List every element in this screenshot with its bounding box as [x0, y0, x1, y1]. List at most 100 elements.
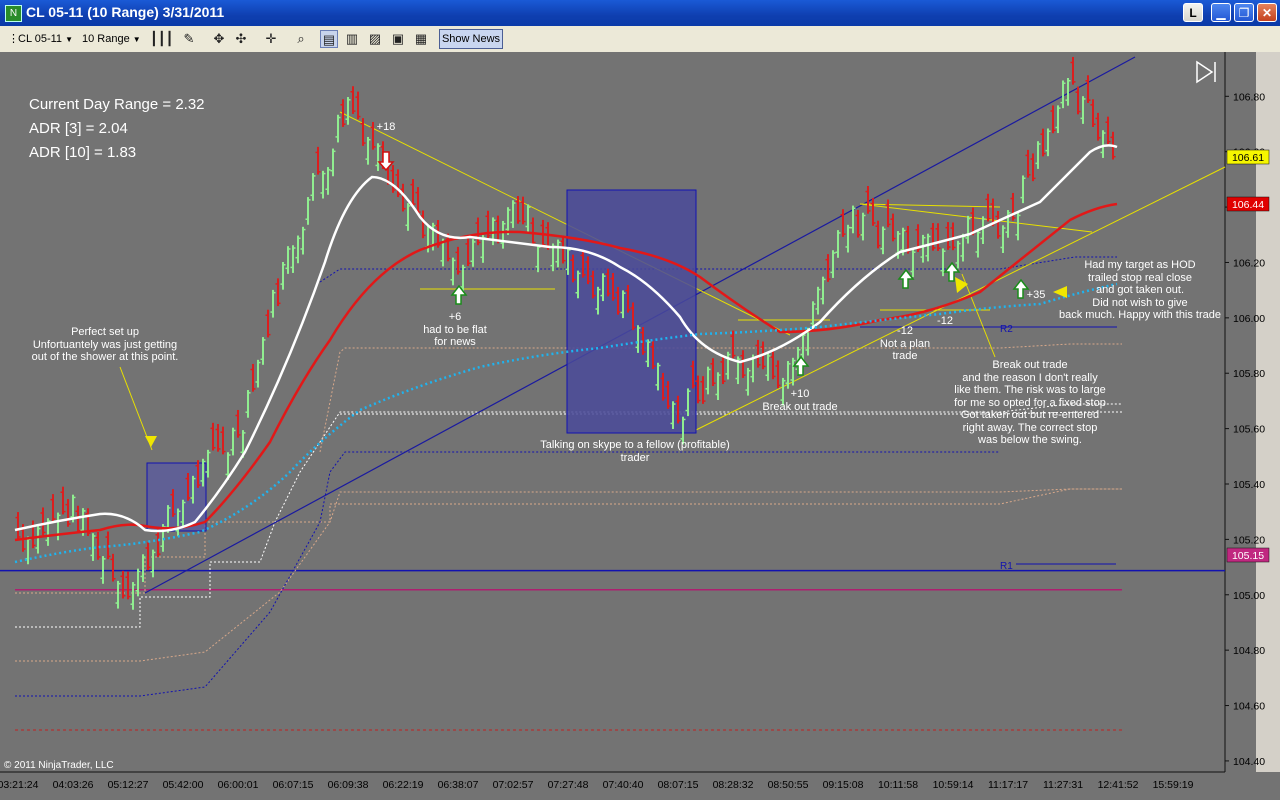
snapshot-icon[interactable]: ▣ [389, 30, 407, 48]
data-box-icon[interactable]: ▤ [320, 30, 338, 48]
annotation-perfect-line1: Perfect set up [71, 326, 139, 338]
time-tick-label: 05:12:27 [108, 779, 149, 791]
zoom-icon[interactable]: ⌕ [292, 30, 310, 48]
price-tick-label: 104.60 [1233, 701, 1265, 713]
time-tick-label: 07:27:48 [548, 779, 589, 791]
window-title: CL 05-11 (10 Range) 3/31/2011 [26, 4, 225, 20]
chevron-down-icon: ▼ [65, 35, 74, 44]
price-tick-label: 105.00 [1233, 590, 1265, 602]
annotation-hod-line3: and got taken out. [1096, 284, 1184, 296]
time-tick-label: 05:42:00 [163, 779, 204, 791]
time-tick-label: 08:50:55 [768, 779, 809, 791]
annotation-skype-line2: trader [621, 452, 650, 464]
annotation-hod-line4: Did not wish to give [1092, 297, 1187, 309]
time-tick-label: 06:38:07 [438, 779, 479, 791]
price-tick-label: 104.80 [1233, 645, 1265, 657]
price-tick-label: 104.40 [1233, 756, 1265, 768]
price-tick-label: 105.20 [1233, 534, 1265, 546]
r1-price-tag: 105.15 [1226, 547, 1270, 563]
time-tick-label: 06:07:15 [273, 779, 314, 791]
price-tick-label: 106.80 [1233, 91, 1265, 103]
time-tick-label: 08:28:32 [713, 779, 754, 791]
price-tick-label: 105.40 [1233, 479, 1265, 491]
current-day-range-label: Current Day Range = 2.32 [29, 96, 205, 113]
annotation-plus18: +18 [377, 121, 396, 133]
annotation-breakout-line1: Break out trade [992, 359, 1067, 371]
annotation-hod-line1: Had my target as HOD [1084, 259, 1195, 271]
r1-label: R1 [1000, 561, 1013, 572]
annotation-breakout-line4: for me so opted for a fixed stop [954, 397, 1106, 409]
annotation-perfect-line2: Unfortuantely was just getting [33, 339, 177, 351]
annotation-hod-line5: back much. Happy with this trade [1059, 309, 1221, 321]
indicators-icon[interactable]: ▥ [343, 30, 361, 48]
time-tick-label: 09:15:08 [823, 779, 864, 791]
annotation-plus35: +35 [1027, 289, 1046, 301]
time-tick-label: 06:00:01 [218, 779, 259, 791]
time-tick-label: 15:59:19 [1153, 779, 1194, 791]
instrument-label: CL 05-11 [18, 33, 63, 45]
time-tick-label: 10:11:58 [878, 779, 918, 791]
copyright-label: © 2011 NinjaTrader, LLC [4, 760, 114, 771]
time-tick-label: 03:21:24 [0, 779, 39, 791]
draw-objects-icon[interactable]: ✥ [210, 30, 228, 48]
time-tick-label: 06:22:19 [383, 779, 424, 791]
time-tick-label: 11:27:31 [1043, 779, 1083, 791]
annotation-plus10-line2: Break out trade [762, 401, 837, 413]
annotation-breakout-line3: like them. The risk was to large [954, 384, 1105, 396]
show-news-button[interactable]: Show News [439, 29, 503, 49]
link-button[interactable]: L [1183, 3, 1203, 22]
annotation-breakout-line7: was below the swing. [977, 434, 1082, 446]
period-selector[interactable]: 10 Range ▼ [82, 29, 141, 49]
minimize-button[interactable]: ▁ [1211, 3, 1231, 22]
annotation-breakout-line5: Got taken out but re-entered [961, 409, 1099, 421]
time-tick-label: 08:07:15 [658, 779, 699, 791]
drawing-tool-pencil-icon[interactable]: ✎ [180, 30, 198, 48]
annotation-plus10-line1: +10 [791, 388, 810, 400]
annotation-minus12a-line2: Not a plan [880, 338, 930, 350]
adr-3-label: ADR [3] = 2.04 [29, 120, 128, 137]
ma-price-tag: 106.44 [1226, 196, 1270, 212]
bar-style-icon[interactable]: ┃┃┃ [150, 30, 173, 48]
maximize-button[interactable]: ❐ [1234, 3, 1254, 22]
price-tick-label: 105.80 [1233, 368, 1265, 380]
annotation-perfect-line3: out of the shower at this point. [32, 351, 179, 363]
price-tick-label: 106.20 [1233, 257, 1265, 269]
chevron-down-icon: ▼ [132, 35, 141, 44]
annotation-breakout-line6: right away. The correct stop [963, 422, 1098, 434]
close-button[interactable]: ✕ [1257, 3, 1277, 22]
r1-price-value: 105.15 [1232, 550, 1264, 562]
r2-label: R2 [1000, 324, 1013, 335]
time-tick-label: 10:59:14 [933, 779, 974, 791]
time-tick-label: 06:09:38 [328, 779, 369, 791]
remove-draw-objects-icon[interactable]: ✣ [232, 30, 250, 48]
price-chart[interactable]: Current Day Range = 2.32 ADR [3] = 2.04 … [0, 52, 1280, 800]
price-tick-label: 105.60 [1233, 424, 1265, 436]
ninjatrader-app-icon: N [5, 5, 22, 22]
time-tick-label: 07:40:40 [603, 779, 644, 791]
chart-toolbar: ⋮ CL 05-11 ▼ 10 Range ▼ ┃┃┃ ✎ ✥ ✣ ✛ ⌕ ▤ … [0, 26, 1280, 53]
title-bar: N CL 05-11 (10 Range) 3/31/2011 L ▁ ❐ ✕ [0, 0, 1280, 26]
last-price-tag: 106.61 [1226, 149, 1270, 165]
annotation-minus12a-line3: trade [892, 350, 917, 362]
annotation-minus12b: -12 [937, 315, 953, 327]
properties-icon[interactable]: ▦ [412, 30, 430, 48]
annotation-hod-line2: trailed stop real close [1088, 272, 1192, 284]
period-label: 10 Range [82, 33, 130, 45]
annotation-plus6-line3: for news [434, 336, 476, 348]
annotation-minus12a-line1: -12 [897, 325, 913, 337]
annotation-plus6-line2: had to be flat [423, 324, 487, 336]
annotation-plus6-line1: +6 [449, 311, 462, 323]
time-tick-label: 04:03:26 [53, 779, 94, 791]
time-tick-label: 11:17:17 [988, 779, 1028, 791]
annotation-breakout-line2: and the reason I don't really [962, 372, 1098, 384]
annotation-skype-line1: Talking on skype to a fellow (profitable… [540, 439, 730, 451]
strategies-icon[interactable]: ▨ [366, 30, 384, 48]
instrument-selector[interactable]: CL 05-11 ▼ [18, 29, 73, 49]
crosshair-icon[interactable]: ✛ [262, 30, 280, 48]
price-tick-label: 106.00 [1233, 313, 1265, 325]
last-price-value: 106.61 [1232, 152, 1264, 164]
time-tick-label: 07:02:57 [493, 779, 534, 791]
time-tick-label: 12:41:52 [1098, 779, 1139, 791]
ma-price-value: 106.44 [1232, 199, 1264, 211]
adr-10-label: ADR [10] = 1.83 [29, 144, 136, 161]
